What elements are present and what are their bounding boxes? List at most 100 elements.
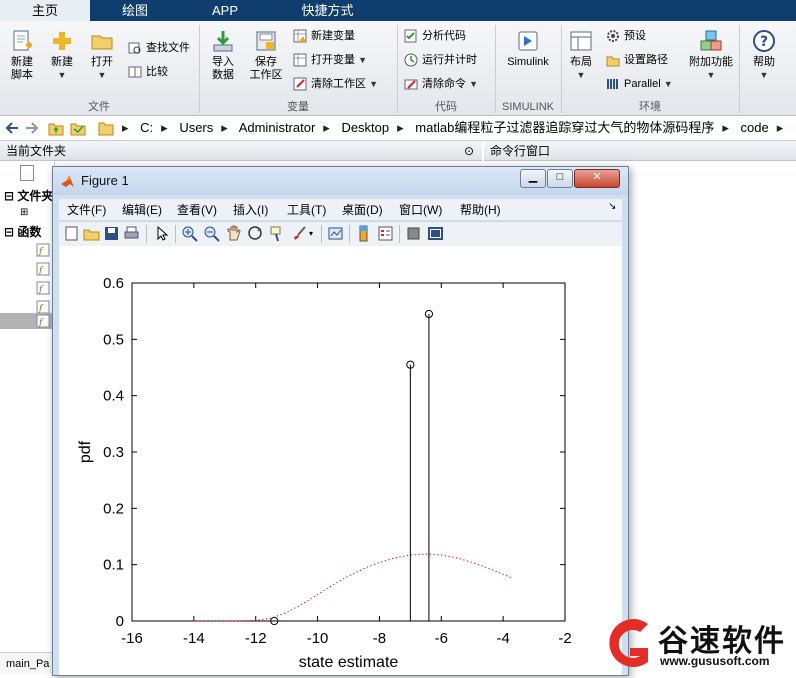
analyze-code-button[interactable]: 分析代码	[404, 27, 466, 45]
find-files-button[interactable]: 查找文件	[128, 39, 190, 57]
maximize-button[interactable]: □	[547, 169, 573, 188]
compare-icon	[128, 65, 142, 79]
menu-tools[interactable]: 工具(T)	[287, 201, 326, 218]
function-file-icon[interactable]: f	[36, 300, 50, 314]
function-file-icon[interactable]: f	[36, 281, 50, 295]
breadcrumb-item[interactable]: Users	[179, 120, 213, 135]
colorbar-icon[interactable]	[355, 225, 372, 242]
new-variable-button[interactable]: 新建变量	[293, 27, 355, 45]
analyze-code-icon	[404, 29, 418, 43]
breadcrumb-item[interactable]: matlab编程粒子过滤器追踪穿过大气的物体源码程序	[415, 120, 714, 135]
figure-title-bar[interactable]: Figure 1 ▁ □ ✕	[53, 167, 628, 195]
parallel-button[interactable]: Parallel ▼	[606, 75, 673, 93]
import-data-icon	[211, 29, 235, 53]
data-cursor-icon[interactable]	[269, 225, 286, 242]
open-button[interactable]: 打开 ▼	[86, 29, 118, 82]
import-data-button[interactable]: 导入 数据	[206, 29, 240, 82]
figure-title: Figure 1	[81, 173, 129, 188]
pan-icon[interactable]	[225, 225, 242, 242]
new-plus-icon	[50, 29, 74, 53]
run-and-time-button[interactable]: 运行并计时	[404, 51, 477, 69]
clear-workspace-icon	[293, 77, 307, 91]
help-icon: ?	[752, 29, 776, 53]
breadcrumb-item[interactable]: Desktop	[341, 120, 389, 135]
menu-help[interactable]: 帮助(H)	[460, 201, 501, 218]
set-path-icon	[606, 53, 620, 67]
menu-edit[interactable]: 编辑(E)	[122, 201, 162, 218]
clear-workspace-button[interactable]: 清除工作区 ▼	[293, 75, 378, 93]
minimize-button[interactable]: ▁	[520, 169, 546, 188]
function-file-icon[interactable]: f	[36, 243, 50, 257]
preferences-button[interactable]: 预设	[606, 27, 646, 45]
panel-menu-chevron-icon[interactable]: ⊙	[464, 141, 474, 161]
new-script-label: 新建 脚本	[11, 56, 33, 81]
x-tick-label: -4	[496, 630, 509, 647]
save-icon[interactable]	[103, 225, 120, 242]
print-icon[interactable]	[123, 225, 140, 242]
figure-menu-bar: 文件(F) 编辑(E) 查看(V) 插入(I) 工具(T) 桌面(D) 窗口(W…	[59, 199, 622, 220]
up-folder-icon[interactable]	[48, 120, 64, 136]
tree-section-folders[interactable]: ⊟ 文件夹	[4, 187, 53, 204]
addons-cubes-icon	[699, 29, 723, 53]
browse-folder-icon[interactable]	[70, 120, 86, 136]
folder-icon	[98, 120, 114, 136]
breadcrumb-item[interactable]: C:	[140, 120, 153, 135]
layout-button[interactable]: 布局 ▼	[566, 29, 596, 82]
x-tick-label: -10	[307, 630, 329, 647]
chevron-down-icon: ▼	[759, 70, 769, 80]
zoom-in-icon[interactable]	[181, 225, 198, 242]
new-script-button[interactable]: 新建 脚本	[6, 29, 38, 82]
open-file-icon[interactable]	[83, 225, 100, 242]
menu-view[interactable]: 查看(V)	[177, 201, 217, 218]
tab-apps[interactable]: APP	[180, 0, 270, 21]
new-label: 新建	[51, 56, 73, 68]
simulink-button[interactable]: Simulink	[500, 29, 556, 69]
pointer-icon[interactable]	[153, 225, 170, 242]
dock-arrow-icon[interactable]: ↘	[608, 201, 616, 212]
y-tick-label: 0.4	[103, 388, 124, 405]
find-files-icon	[128, 41, 142, 55]
chevron-down-icon: ▼	[576, 70, 586, 80]
link-plot-icon[interactable]	[327, 225, 344, 242]
new-figure-icon[interactable]	[63, 225, 80, 242]
expand-icon[interactable]: ⊞	[20, 207, 28, 218]
breadcrumb-item[interactable]: Administrator	[239, 120, 316, 135]
compare-button[interactable]: 比较	[128, 63, 168, 81]
figure-window: Figure 1 ▁ □ ✕ 文件(F) 编辑(E) 查看(V) 插入(I) 工…	[52, 166, 629, 676]
brush-icon[interactable]	[291, 225, 308, 242]
open-variable-button[interactable]: 打开变量 ▼	[293, 51, 367, 69]
function-file-icon[interactable]: f	[36, 314, 50, 328]
address-bar: ▸ C: ▸ Users ▸ Administrator ▸ Desktop ▸ mat…	[0, 116, 796, 141]
menu-window[interactable]: 窗口(W)	[399, 201, 442, 218]
tree-section-functions[interactable]: ⊟ 函数	[4, 223, 41, 240]
close-button[interactable]: ✕	[574, 169, 620, 188]
new-button[interactable]: 新建 ▼	[46, 29, 78, 82]
clear-commands-button[interactable]: 清除命令 ▼	[404, 75, 478, 93]
zoom-out-icon[interactable]	[203, 225, 220, 242]
legend-icon[interactable]	[377, 225, 394, 242]
set-path-button[interactable]: 设置路径	[606, 51, 668, 69]
layout-label: 布局	[570, 56, 592, 68]
breadcrumb-separator-icon: ▸	[722, 120, 729, 135]
addons-button[interactable]: 附加功能 ▼	[686, 29, 736, 82]
forward-arrow-icon[interactable]	[24, 120, 40, 136]
tab-shortcuts[interactable]: 快捷方式	[270, 0, 385, 21]
new-variable-label: 新建变量	[311, 30, 355, 42]
function-file-icon[interactable]: f	[36, 262, 50, 276]
back-arrow-icon[interactable]	[4, 120, 20, 136]
svg-text:?: ?	[760, 34, 768, 50]
help-button[interactable]: ? 帮助 ▼	[746, 29, 782, 82]
parallel-icon	[606, 77, 620, 91]
menu-file[interactable]: 文件(F)	[67, 201, 106, 218]
brush-dropdown-chevron-icon[interactable]: ▾	[309, 225, 326, 242]
breadcrumb-item[interactable]: code	[740, 120, 768, 135]
rotate-3d-icon[interactable]	[247, 225, 264, 242]
menu-insert[interactable]: 插入(I)	[233, 201, 268, 218]
tab-home[interactable]: 主页	[0, 0, 90, 21]
tab-plots[interactable]: 绘图	[90, 0, 180, 21]
tree-functions-label: 函数	[17, 225, 42, 239]
menu-desktop[interactable]: 桌面(D)	[342, 201, 383, 218]
save-workspace-button[interactable]: 保存 工作区	[246, 29, 286, 82]
hide-plot-tools-icon[interactable]	[405, 225, 422, 242]
show-plot-tools-icon[interactable]	[427, 225, 444, 242]
